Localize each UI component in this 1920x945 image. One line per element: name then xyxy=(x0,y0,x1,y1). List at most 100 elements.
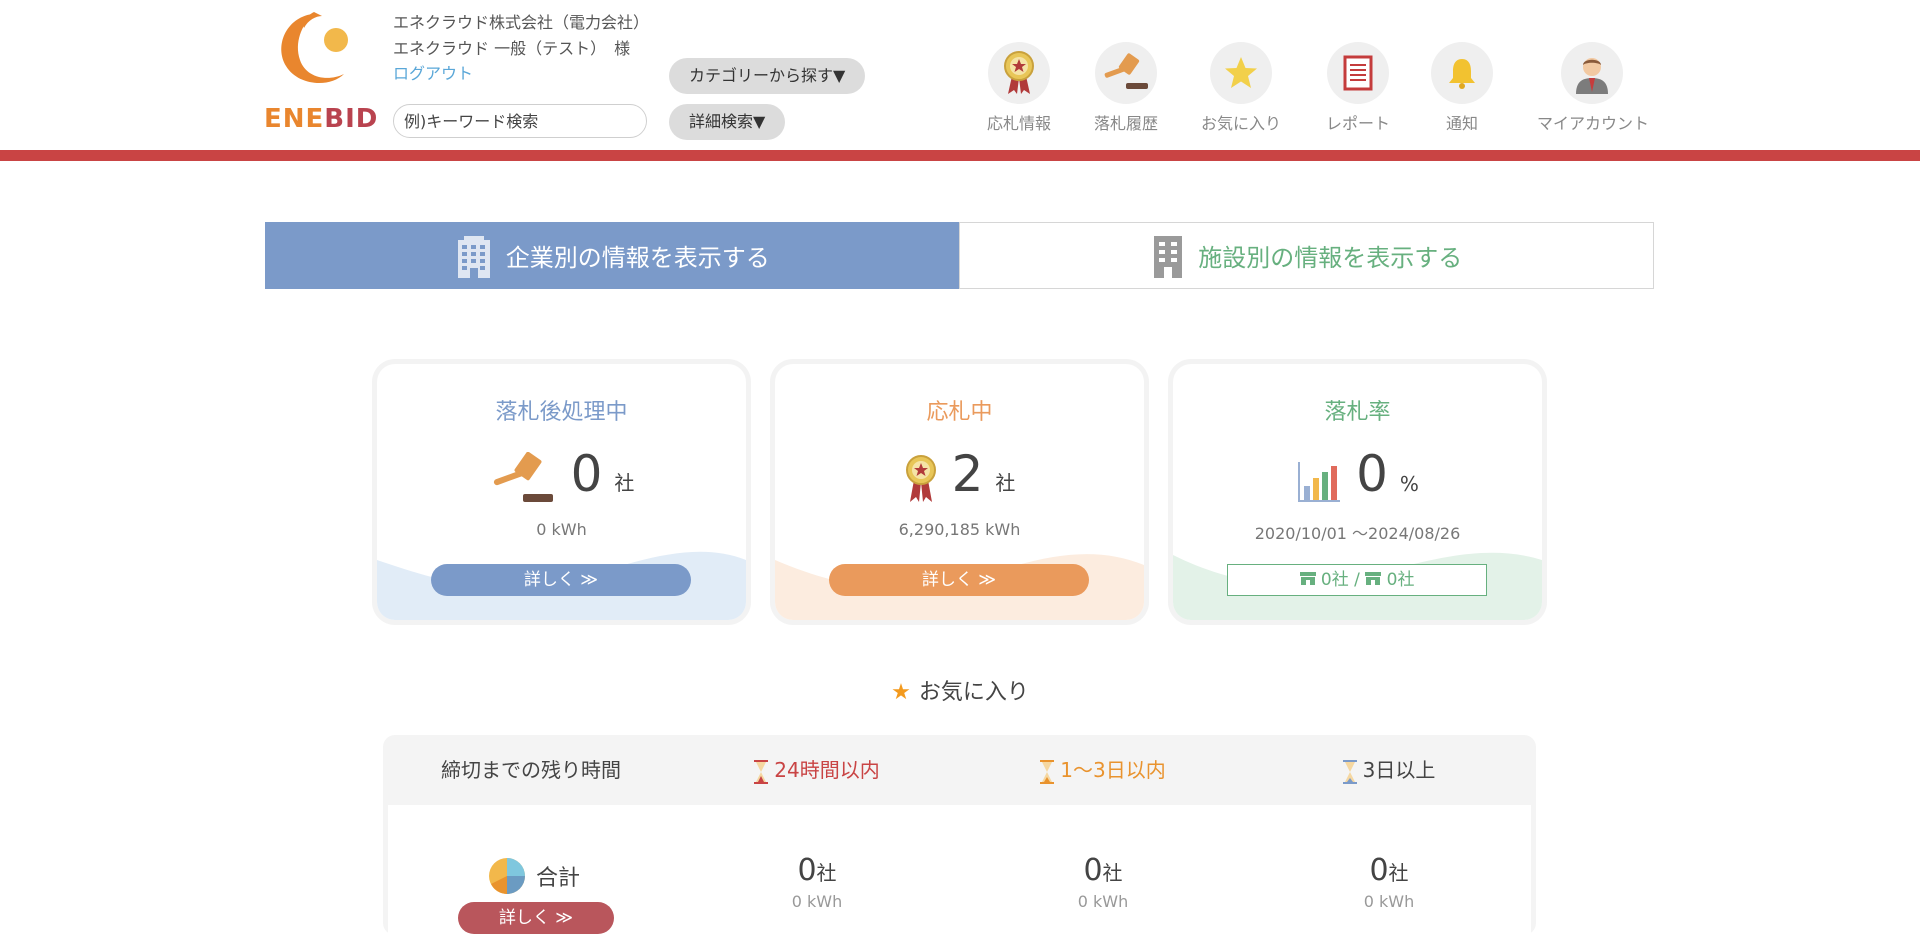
nav-report-label: レポート xyxy=(1325,114,1390,133)
card-post-award-value: 0 xyxy=(570,445,603,503)
nav-report[interactable]: レポート xyxy=(1303,42,1413,134)
count-1-to-3-days: 0社 0 kWh xyxy=(960,853,1246,911)
card-win-rate-count-a: 0社 / xyxy=(1320,570,1360,590)
user-avatar-icon xyxy=(1576,58,1608,94)
nav-report-circle xyxy=(1327,42,1389,104)
tab-by-facility[interactable]: 施設別の情報を表示する xyxy=(958,222,1654,289)
site-header: ENEBID エネクラウド株式会社（電力会社） エネクラウド 一般（テスト） 様… xyxy=(0,0,1920,150)
count-1-to-3-days-kwh: 0 kWh xyxy=(1077,892,1129,911)
favorites-heading: ★ お気に入り xyxy=(0,674,1920,706)
tab-by-company[interactable]: 企業別の情報を表示する xyxy=(265,222,959,289)
star-icon: ★ xyxy=(891,680,911,705)
view-switch-tabs: 企業別の情報を表示する 施設別の情報を表示する xyxy=(265,222,1654,289)
count-1-to-3-days-value: 0 xyxy=(1083,853,1103,888)
remaining-time-label: 締切までの残り時間 xyxy=(441,758,621,782)
card-bidding-title: 応札中 xyxy=(926,400,993,425)
favorites-summary-table: 締切までの残り時間 24時間以内 1〜3日以内 3日以上 合計 詳しく ≫ 0社… xyxy=(383,735,1536,945)
logo-text-ene: ENE xyxy=(264,104,325,134)
card-win-rate-unit: % xyxy=(1399,472,1419,496)
favorites-detail-button[interactable]: 詳しく ≫ xyxy=(458,902,614,934)
card-post-award-kwh: 0 kWh xyxy=(536,520,587,539)
count-within-24h-value: 0 xyxy=(797,853,817,888)
nav-bid-info[interactable]: 応札情報 xyxy=(964,42,1074,134)
nav-notifications-circle xyxy=(1431,42,1493,104)
count-over-3-days-value: 0 xyxy=(1369,853,1389,888)
hourglass-icon xyxy=(1342,759,1357,784)
nav-favorites-label: お気に入り xyxy=(1200,114,1281,133)
tab-by-facility-label: 施設別の情報を表示する xyxy=(1198,244,1463,272)
header-accent-bar xyxy=(0,150,1920,161)
count-1-to-3-days-unit: 社 xyxy=(1102,861,1123,885)
count-within-24h-unit: 社 xyxy=(816,861,837,885)
total-label-text: 合計 xyxy=(536,866,581,891)
tab-by-company-label: 企業別の情報を表示する xyxy=(505,244,770,272)
nav-award-history-circle xyxy=(1095,42,1157,104)
logo-mark-icon xyxy=(281,12,348,84)
count-within-24h-kwh: 0 kWh xyxy=(791,892,843,911)
category-search-button[interactable]: カテゴリーから探す▼ xyxy=(669,58,866,94)
card-post-award-main: 0 社 xyxy=(377,444,746,504)
star-icon xyxy=(1225,57,1257,88)
logout-link[interactable]: ログアウト xyxy=(393,60,473,84)
card-post-award-detail-button[interactable]: 詳しく ≫ xyxy=(431,564,691,596)
card-bidding-main: 2 社 xyxy=(775,444,1144,504)
pie-chart-icon xyxy=(489,858,525,894)
nav-my-account[interactable]: マイアカウント xyxy=(1537,42,1650,134)
card-win-rate-period: 2020/10/01 〜2024/08/26 xyxy=(1254,524,1461,543)
building-icon xyxy=(454,234,494,278)
card-bidding-kwh: 6,290,185 kWh xyxy=(898,520,1021,539)
nav-bid-info-circle xyxy=(988,42,1050,104)
nav-notifications-label: 通知 xyxy=(1445,114,1478,133)
card-win-rate-title: 落札率 xyxy=(1324,400,1391,425)
card-win-rate-main: 0 % xyxy=(1173,444,1542,504)
nav-award-history[interactable]: 落札履歴 xyxy=(1071,42,1181,134)
gavel-icon xyxy=(493,452,553,502)
col-over-3-days-label: 3日以上 xyxy=(1362,758,1436,782)
card-win-rate-value: 0 xyxy=(1356,445,1388,503)
card-post-award-title: 落札後処理中 xyxy=(495,400,628,425)
nav-bid-info-label: 応札情報 xyxy=(986,114,1051,133)
nav-my-account-label: マイアカウント xyxy=(1537,114,1650,133)
col-1-to-3-days: 1〜3日以内 xyxy=(960,735,1246,805)
nav-favorites[interactable]: お気に入り xyxy=(1186,42,1296,134)
keyword-search-input[interactable] xyxy=(393,104,647,138)
col-within-24h: 24時間以内 xyxy=(674,735,960,805)
count-within-24h: 0社 0 kWh xyxy=(674,853,960,911)
count-over-3-days-kwh: 0 kWh xyxy=(1363,892,1415,911)
enebid-logo[interactable]: ENEBID xyxy=(264,8,379,134)
favorites-total-row: 合計 詳しく ≫ 0社 0 kWh 0社 0 kWh 0社 0 kWh xyxy=(388,805,1531,945)
bar-chart-icon xyxy=(1298,462,1341,502)
nav-favorites-circle xyxy=(1210,42,1272,104)
user-name: エネクラウド 一般（テスト） 様 xyxy=(393,39,631,58)
card-win-rate: 落札率 0 % 2020/10/01 〜2024/08/26 0社 / 0社 xyxy=(1173,364,1542,620)
favorites-header-row: 締切までの残り時間 24時間以内 1〜3日以内 3日以上 xyxy=(383,735,1536,805)
nav-notifications[interactable]: 通知 xyxy=(1407,42,1517,134)
card-win-rate-count-b: 0社 xyxy=(1386,570,1415,590)
logo-wordmark: ENEBID xyxy=(264,104,379,134)
col-within-24h-label: 24時間以内 xyxy=(774,758,880,782)
card-post-award-unit: 社 xyxy=(614,471,635,495)
count-over-3-days: 0社 0 kWh xyxy=(1246,853,1532,911)
total-label: 合計 xyxy=(488,857,580,895)
col-over-3-days: 3日以上 xyxy=(1246,735,1532,805)
col-1-to-3-days-label: 1〜3日以内 xyxy=(1060,758,1166,782)
report-document-icon xyxy=(1343,55,1373,91)
detail-search-button[interactable]: 詳細検索▼ xyxy=(669,104,786,140)
company-name: エネクラウド株式会社（電力会社） xyxy=(393,13,650,32)
favorites-heading-label: お気に入り xyxy=(918,680,1029,705)
facility-building-icon xyxy=(1150,234,1186,278)
bell-icon xyxy=(1449,59,1475,89)
award-ribbon-icon xyxy=(1004,51,1034,94)
card-bidding-detail-button[interactable]: 詳しく ≫ xyxy=(829,564,1089,596)
count-over-3-days-unit: 社 xyxy=(1388,861,1409,885)
logo-text-bid: BID xyxy=(324,104,379,134)
hourglass-icon xyxy=(754,759,769,784)
shop-icon xyxy=(1365,570,1386,590)
card-bidding-value: 2 xyxy=(951,445,984,503)
award-ribbon-icon xyxy=(905,455,936,502)
card-bidding-unit: 社 xyxy=(995,471,1016,495)
hourglass-icon xyxy=(1040,759,1055,784)
card-post-award-processing: 落札後処理中 0 社 0 kWh 詳しく ≫ xyxy=(377,364,746,620)
nav-award-history-label: 落札履歴 xyxy=(1093,114,1158,133)
card-bidding: 応札中 2 社 6,290,185 kWh 詳しく ≫ xyxy=(775,364,1144,620)
